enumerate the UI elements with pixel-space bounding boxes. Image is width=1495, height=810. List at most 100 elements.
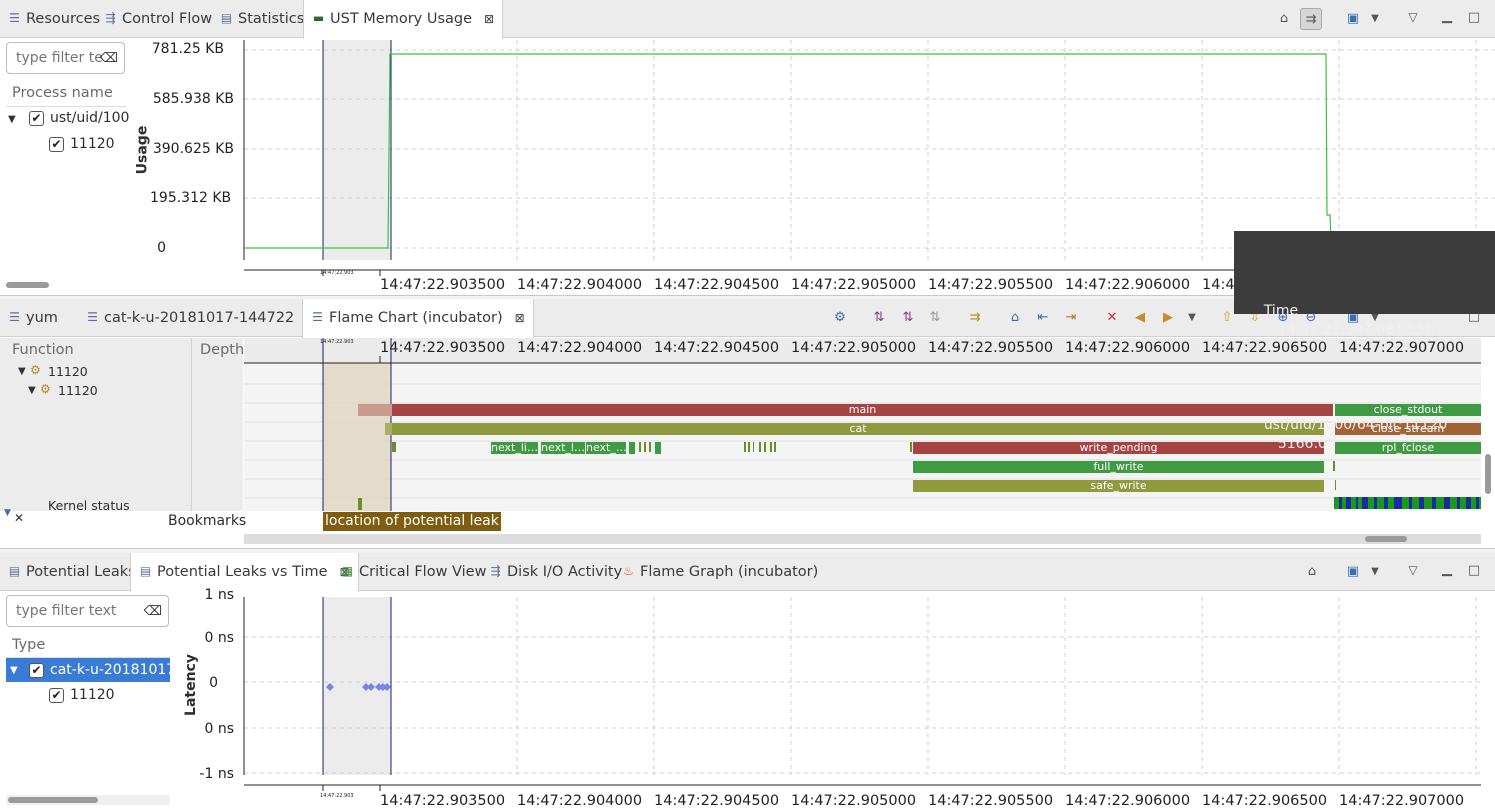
process-item[interactable]: ust/uid/100 — [50, 110, 129, 126]
x-tick-label: 14:47:22.906000 — [1065, 340, 1191, 356]
tab-flame-graph[interactable]: ♨ Flame Graph (incubator) — [614, 553, 826, 591]
close-icon[interactable]: ⊠ — [515, 299, 525, 337]
collapse-icon[interactable]: ▼ — [4, 508, 11, 518]
flame-bar-main-pre — [358, 404, 392, 416]
flame-bar-next-line-small — [629, 442, 635, 454]
clear-filter-icon[interactable]: ⌫ — [144, 604, 162, 619]
x-tick-label: 14:47:22.907000 — [1339, 793, 1465, 809]
tooltip-time-value: 14:47:22.907 081 556 — [1277, 322, 1435, 338]
tooltip-time-label: Time — [1263, 303, 1299, 319]
usage-axis-label: Usage — [134, 125, 151, 175]
process-filter-field[interactable]: ⌫ — [6, 42, 125, 74]
function-tree-item[interactable]: 11120 — [48, 364, 88, 379]
chevron-down-icon[interactable]: ▼ — [1364, 561, 1386, 583]
vertical-scrollbar[interactable] — [1485, 454, 1491, 494]
x-tick-label: 14:47:22.906500 — [1202, 793, 1328, 809]
next-event-icon[interactable]: ⇥ — [1060, 307, 1082, 329]
control-flow-icon: ⇶ — [105, 11, 116, 25]
y-tick-label: 390.625 KB — [152, 141, 234, 157]
sort-by-name-icon[interactable]: ⇅ — [868, 307, 890, 329]
tooltip-value: 5166.00 — [1277, 436, 1336, 452]
view-menu-icon[interactable]: ▽ — [1402, 559, 1424, 581]
function-tree-item[interactable]: 11120 — [58, 383, 98, 398]
flame-bar-next-line[interactable]: next_li… — [491, 442, 538, 454]
process-filter-input[interactable] — [7, 43, 110, 73]
trace-item[interactable]: cat-k-u-20181017 — [50, 662, 175, 678]
header-divider — [6, 106, 126, 107]
horizontal-scrollbar[interactable] — [1365, 536, 1407, 542]
tab-cat-trace[interactable]: ☰ cat-k-u-20181017-144722 — [78, 299, 302, 337]
type-filter-input[interactable] — [7, 596, 149, 626]
minimize-icon[interactable]: ▁ — [1436, 559, 1458, 581]
next-marker-icon[interactable]: ▶ — [1157, 307, 1179, 329]
thread-checkbox[interactable]: ✔ — [49, 137, 64, 152]
statistics-icon: ☰ — [9, 310, 20, 324]
minimize-icon[interactable]: ▁ — [1436, 6, 1458, 28]
x-tick-label: 14:47:22.903500 — [380, 340, 506, 356]
maximize-icon[interactable]: □ — [1463, 7, 1485, 29]
close-icon[interactable]: ⊠ — [484, 0, 494, 38]
flame-bar-next-line[interactable]: next_l… — [541, 442, 585, 454]
thread-checkbox[interactable]: ✔ — [49, 688, 64, 703]
type-filter-field[interactable]: ⌫ — [6, 595, 169, 627]
process-checkbox[interactable]: ✔ — [29, 111, 44, 126]
thread-item[interactable]: 11120 — [70, 687, 115, 703]
tab-potential-leaks-vs-time[interactable]: ▤ Potential Leaks vs Time ⊠ — [130, 553, 359, 592]
flame-bar-next-line[interactable]: next_… — [586, 442, 626, 454]
x-start-mark: 14:47:22.903 — [320, 339, 354, 345]
potential-leaks-chart[interactable] — [236, 597, 1481, 807]
chevron-down-icon[interactable]: ▼ — [1364, 8, 1386, 30]
x-tick-label: 14:47:22.905500 — [928, 277, 1054, 293]
tab-critical-flow-view[interactable]: ▦ Critical Flow View — [333, 553, 494, 591]
home-icon[interactable]: ⌂ — [1273, 8, 1295, 30]
sort-by-time-icon[interactable]: ⇅ — [924, 307, 946, 329]
expand-arrow-icon[interactable]: ▼ — [18, 366, 26, 377]
tab-flame-chart[interactable]: ☰ Flame Chart (incubator) ⊠ — [302, 299, 534, 338]
view-menu-icon[interactable]: ▽ — [1402, 6, 1424, 28]
bookmark-marker[interactable]: location of potential leak — [323, 512, 501, 531]
flame-bar-main[interactable]: main — [392, 404, 1333, 416]
previous-event-icon[interactable]: ⇤ — [1032, 307, 1054, 329]
home-icon[interactable]: ⌂ — [1301, 561, 1323, 583]
thread-item[interactable]: 11120 — [70, 136, 115, 152]
x-tick-label: 14:47:22.905500 — [928, 793, 1054, 809]
align-views-icon[interactable]: ⇉ — [964, 307, 986, 329]
thread-icon: ⚙ — [40, 382, 51, 396]
x-start-mark: 14:47:22.903 — [320, 270, 354, 276]
previous-marker-icon[interactable]: ◀ — [1129, 307, 1151, 329]
chevron-down-icon[interactable]: ▼ — [1181, 307, 1203, 329]
expand-arrow-icon[interactable]: ▼ — [28, 385, 36, 396]
tree-scrollbar[interactable] — [8, 797, 98, 803]
statistics-icon: ☰ — [87, 310, 98, 324]
tab-control-flow[interactable]: ⇶ Control Flow — [96, 0, 220, 38]
tab-potential-leaks[interactable]: ▤ Potential Leaks — [0, 553, 144, 591]
process-name-header: Process name — [12, 85, 113, 101]
tab-resources[interactable]: ☰ Resources — [0, 0, 108, 38]
tab-statistics[interactable]: ▤ Statistics — [212, 0, 312, 38]
trace-checkbox[interactable]: ✔ — [29, 663, 44, 678]
close-icon[interactable]: ✕ — [14, 511, 24, 525]
new-view-icon[interactable]: ▣ — [1342, 561, 1364, 583]
align-views-icon[interactable]: ⇉ — [1300, 8, 1322, 30]
tree-scrollbar[interactable] — [6, 282, 49, 288]
tooltip-time-row: Time 14:47:22.907 081 556 — [1246, 283, 1483, 359]
remove-bookmark-icon[interactable]: ✕ — [1101, 307, 1123, 329]
sort-by-id-icon[interactable]: ⇅ — [897, 307, 919, 329]
top-tabbar: ☰ Resources ⇶ Control Flow ▤ Statistics ▬ US… — [0, 0, 1495, 39]
resources-icon: ☰ — [9, 11, 20, 25]
flame-bar-cat-pre — [385, 423, 392, 435]
maximize-icon[interactable]: □ — [1463, 560, 1485, 582]
tab-disk-io-activity[interactable]: ⇶ Disk I/O Activity — [481, 553, 630, 591]
x-tick-label: 14:47:22.905000 — [791, 793, 917, 809]
expand-arrow-icon[interactable]: ▼ — [8, 114, 16, 125]
clear-filter-icon[interactable]: ⌫ — [100, 51, 118, 66]
flame-icon: ♨ — [623, 564, 634, 578]
flame-bar-cat[interactable]: cat — [392, 423, 1324, 435]
tab-ust-memory-usage[interactable]: ▬ UST Memory Usage ⊠ — [303, 0, 504, 39]
disk-io-icon: ⇶ — [490, 564, 501, 578]
expand-arrow-icon[interactable]: ▼ — [10, 665, 18, 676]
symbol-mapping-icon[interactable]: ⚙ — [829, 307, 851, 329]
home-icon[interactable]: ⌂ — [1004, 307, 1026, 329]
tab-yum[interactable]: ☰ yum — [0, 299, 66, 337]
new-view-icon[interactable]: ▣ — [1342, 8, 1364, 30]
